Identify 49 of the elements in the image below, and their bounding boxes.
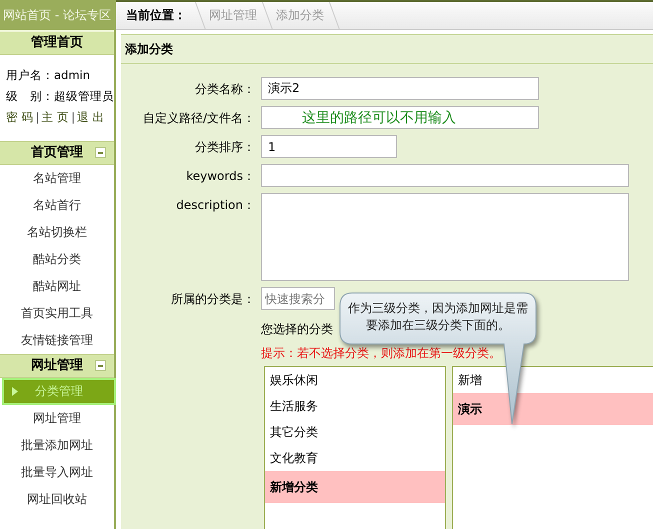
sidebar-item[interactable]: 网址管理 [0, 405, 114, 432]
link-separator: | [36, 110, 40, 124]
category-option[interactable]: 娱乐休闲 [265, 367, 445, 393]
category-option[interactable]: 演示 [453, 393, 653, 425]
field-label: 分类排序： [194, 139, 256, 156]
sidebar-item[interactable]: 名站管理 [0, 165, 114, 192]
sidebar-item[interactable]: 名站切换栏 [0, 219, 114, 246]
input-field[interactable]: 这里的路径可以不用输入 [261, 106, 539, 129]
input-field[interactable] [261, 164, 629, 187]
username-text: 用户名：admin [6, 67, 92, 84]
sidebar-item[interactable]: 批量导入网址 [0, 459, 114, 486]
user-link[interactable]: 退 出 [77, 110, 105, 124]
input-field[interactable]: 1 [261, 135, 397, 158]
collapse-icon[interactable] [95, 147, 106, 158]
sidebar-item[interactable]: 批量添加网址 [0, 432, 114, 459]
sidebar-item[interactable]: 酷站网址 [0, 273, 114, 300]
category-option[interactable]: 文化教育 [265, 445, 445, 471]
category-option[interactable]: 生活服务 [265, 393, 445, 419]
sidebar-item[interactable]: 首页实用工具 [0, 300, 114, 327]
sidebar-item[interactable]: 网址回收站 [0, 486, 114, 513]
sidebar-item[interactable]: 名站首行 [0, 192, 114, 219]
section-header: 管理首页 [0, 30, 114, 55]
sidebar-item[interactable]: 酷站分类 [0, 246, 114, 273]
panel-title: 添加分类 [121, 35, 653, 64]
description-field[interactable] [261, 193, 629, 281]
input-field[interactable]: 演示2 [261, 77, 539, 100]
section-header[interactable]: 首页管理 [0, 141, 114, 165]
callout-text: 作为三级分类，因为添加网址是需要添加在三级分类下面的。 [347, 300, 529, 334]
field-label: description： [175, 197, 256, 214]
section-header[interactable]: 网址管理 [0, 354, 114, 378]
field-label: 自定义路径/文件名： [142, 110, 256, 127]
triangle-icon [12, 387, 18, 396]
collapse-icon[interactable] [95, 360, 106, 371]
sidebar-item[interactable]: 友情链接管理 [0, 327, 114, 354]
category-option[interactable]: 新增分类 [265, 471, 445, 503]
category-option[interactable]: 其它分类 [265, 419, 445, 445]
selection-text: 您选择的分类 [261, 321, 333, 338]
user-level-text: 级 别：超级管理员 [6, 88, 114, 105]
field-label: 所属的分类是： [170, 291, 256, 308]
search-field[interactable]: 快速搜索分 [261, 287, 335, 310]
field-label: keywords： [185, 168, 256, 185]
user-link[interactable]: 主 页 [42, 110, 70, 124]
field-label: 分类名称： [194, 81, 256, 98]
breadcrumb-label: 当前位置： [126, 7, 186, 24]
user-link[interactable]: 密 码 [6, 110, 34, 124]
hint-text: 提示：若不选择分类，则添加在第一级分类。 [261, 345, 502, 362]
site-title: 网站首页 - 论坛专区 [0, 0, 114, 30]
category-option[interactable]: 新增 [453, 367, 653, 393]
link-separator: | [71, 110, 76, 124]
